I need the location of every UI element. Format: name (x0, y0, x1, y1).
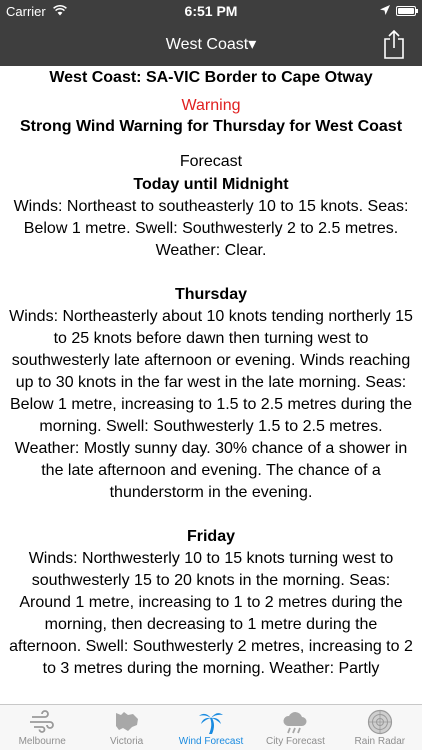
period-title: Thursday (174, 286, 247, 303)
rain-cloud-icon (283, 712, 307, 734)
status-time: 6:51 PM (184, 3, 238, 19)
forecast-period-thursday: Thursday Winds: Northeasterly about 10 k… (0, 284, 422, 504)
tab-label: Rain Radar (354, 736, 406, 747)
warning-text: Strong Wind Warning for Thursday for Wes… (19, 118, 403, 135)
wind-icon (30, 710, 55, 733)
period-text: Winds: Northeast to southeasterly 10 to … (13, 198, 409, 259)
battery-icon (396, 6, 418, 16)
forecast-content[interactable]: West Coast: SA-VIC Border to Cape Otway … (0, 66, 422, 704)
period-title: Friday (186, 528, 235, 545)
period-text: Winds: Northwesterly 10 to 15 knots turn… (9, 550, 413, 677)
nav-title-text: West Coast (165, 36, 249, 53)
location-arrow-icon (380, 4, 390, 18)
warning-label: Warning (181, 97, 241, 114)
tab-victoria[interactable]: Victoria (84, 705, 168, 750)
forecast-period-friday: Friday Winds: Northwesterly 10 to 15 kno… (0, 526, 422, 680)
share-button[interactable] (382, 29, 406, 59)
forecast-period-today: Today until Midnight Winds: Northeast to… (0, 174, 422, 262)
period-text: Winds: Northeasterly about 10 knots tend… (9, 308, 413, 501)
tab-label: City Forecast (265, 736, 325, 747)
tab-bar: Melbourne Victoria Wind Forecast City Fo… (0, 704, 422, 750)
forecast-heading: Forecast (179, 153, 243, 170)
share-icon (384, 29, 404, 59)
tab-label: Wind Forecast (178, 736, 244, 747)
tab-label: Melbourne (18, 736, 66, 747)
tab-wind-forecast[interactable]: Wind Forecast (169, 705, 253, 750)
victoria-map-icon (115, 712, 138, 731)
tab-label: Victoria (110, 736, 144, 747)
tab-rain-radar[interactable]: Rain Radar (338, 705, 422, 750)
region-title: West Coast: SA-VIC Border to Cape Otway (49, 69, 373, 86)
region-dropdown[interactable]: West Coast▾ (0, 34, 422, 54)
nav-bar: West Coast▾ (0, 22, 422, 66)
radar-icon (367, 709, 392, 735)
period-title: Today until Midnight (133, 176, 289, 193)
chevron-down-icon: ▾ (248, 36, 257, 53)
palm-tree-icon (199, 713, 224, 734)
tab-city-forecast[interactable]: City Forecast (253, 705, 337, 750)
status-bar: Carrier 6:51 PM (0, 0, 422, 22)
tab-melbourne[interactable]: Melbourne (0, 705, 84, 750)
